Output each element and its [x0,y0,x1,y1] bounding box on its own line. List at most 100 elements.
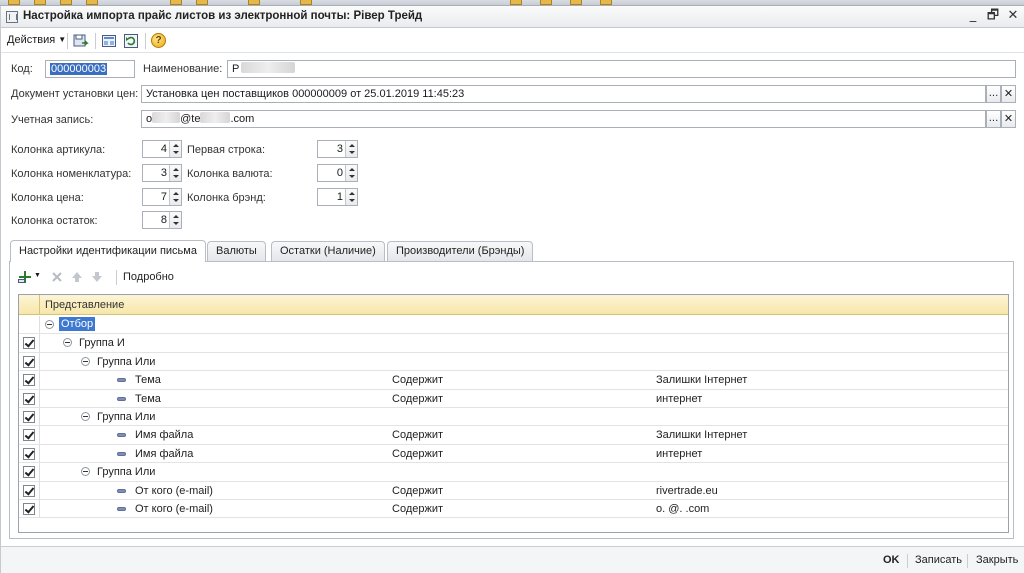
filter-condition-row[interactable]: От кого (e-mail) Содержит o. @. .com [19,500,1008,519]
spinner-buttons[interactable] [169,212,181,228]
spinner-buttons[interactable] [345,141,357,157]
filter-group-row[interactable]: Группа Или [19,463,1008,482]
use-checkbox[interactable] [23,429,35,442]
account-label: Учетная запись: [11,114,94,126]
title-bar: Настройка импорта прайс листов из электр… [1,6,1024,28]
collapse-icon[interactable] [81,356,90,366]
spin-up-icon[interactable] [349,168,355,171]
use-checkbox[interactable] [23,466,35,479]
code-field[interactable]: 000000003 [45,60,135,78]
filter-root-row[interactable]: Отбор [19,316,1008,335]
name-field[interactable]: Р [227,60,1016,78]
collapse-icon[interactable] [45,320,54,329]
nomenclature-column-spinner[interactable]: 3 [142,164,182,182]
filter-condition-row[interactable]: Тема Содержит Залишки Інтернет [19,371,1008,390]
spin-up-icon[interactable] [173,168,179,171]
spin-up-icon[interactable] [173,192,179,195]
currency-column-label: Колонка валюта: [187,168,273,180]
brand-column-spinner[interactable]: 1 [317,188,358,206]
filter-grid[interactable]: Представление Отбор Группа И Группа Или Тем… [18,294,1009,533]
redacted-text [241,62,296,73]
document-select-button[interactable]: ... [986,85,1001,103]
account-clear-button[interactable]: ✕ [1001,110,1016,128]
spinner-buttons[interactable] [345,165,357,181]
spin-up-icon[interactable] [173,144,179,147]
price-column-spinner[interactable]: 7 [142,188,182,206]
tab-currencies[interactable]: Валюты [207,241,266,261]
save-button[interactable]: Записать [915,554,962,566]
name-value: Р [232,63,240,75]
spin-up-icon[interactable] [349,192,355,195]
structure-icon[interactable] [101,33,117,49]
close-button[interactable]: Закрыть [976,554,1018,566]
stock-column-label: Колонка остаток: [11,215,98,227]
minimize-button[interactable]: _ [965,8,981,24]
chevron-down-icon: ▼ [58,35,67,44]
article-column-spinner[interactable]: 4 [142,140,182,158]
close-window-button[interactable]: ✕ [1005,8,1021,24]
spinner-buttons[interactable] [169,165,181,181]
column-header-presentation: Представление [45,299,125,311]
chevron-down-icon[interactable]: ▼ [34,272,41,279]
move-up-icon[interactable] [70,270,84,284]
add-condition-icon[interactable] [18,270,32,284]
spin-down-icon[interactable] [173,151,179,154]
use-checkbox[interactable] [23,374,35,387]
price-document-field[interactable]: Установка цен поставщиков 000000009 от 2… [141,85,986,103]
spin-down-icon[interactable] [349,151,355,154]
use-checkbox[interactable] [23,503,35,515]
filter-condition-row[interactable]: От кого (e-mail) Содержит rivertrade.eu [19,481,1008,500]
use-checkbox[interactable] [23,337,35,350]
account-field[interactable]: o @te .com [141,110,986,128]
spin-up-icon[interactable] [173,215,179,218]
spin-down-icon[interactable] [173,175,179,178]
filter-group-row[interactable]: Группа Или [19,408,1008,427]
spinner-buttons[interactable] [169,189,181,205]
first-row-spinner[interactable]: 3 [317,140,358,158]
currency-column-spinner[interactable]: 0 [317,164,358,182]
stock-column-spinner[interactable]: 8 [142,211,182,229]
collapse-icon[interactable] [81,467,90,477]
account-select-button[interactable]: ... [986,110,1001,128]
spinner-buttons[interactable] [169,141,181,157]
filter-group-row[interactable]: Группа Или [19,352,1008,372]
help-icon[interactable]: ? [151,33,166,48]
filter-condition-row[interactable]: Имя файла Содержит интернет [19,444,1008,464]
use-checkbox[interactable] [23,484,35,497]
use-checkbox[interactable] [23,355,35,368]
price-column-label: Колонка цена: [11,192,84,204]
toolbar-separator [95,33,96,49]
collapse-icon[interactable] [63,338,72,348]
use-checkbox[interactable] [23,392,35,405]
spin-down-icon[interactable] [173,222,179,225]
document-clear-button[interactable]: ✕ [1001,85,1016,103]
checkbox-cell [19,481,40,499]
spin-up-icon[interactable] [349,144,355,147]
tab-manufacturers[interactable]: Производители (Брэнды) [387,241,534,261]
restore-button[interactable]: 🗗 [985,8,1001,24]
use-checkbox[interactable] [23,447,35,460]
spin-down-icon[interactable] [349,175,355,178]
ok-button[interactable]: OK [883,554,900,566]
actions-menu[interactable]: Действия ▼ [7,34,66,46]
refresh-icon[interactable] [123,33,139,49]
spin-down-icon[interactable] [173,199,179,202]
filter-group-row[interactable]: Группа И [19,334,1008,353]
filter-condition-row[interactable]: Имя файла Содержит Залишки Інтернет [19,426,1008,445]
checkbox-cell [19,352,40,371]
detail-button[interactable]: Подробно [123,271,174,283]
save-and-close-icon[interactable] [73,33,89,49]
tab-stock[interactable]: Остатки (Наличие) [271,241,385,261]
use-checkbox[interactable] [23,411,35,423]
row-value: интернет [656,392,703,405]
row-value: Залишки Інтернет [656,429,748,442]
checkbox-cell [19,444,40,463]
collapse-icon[interactable] [81,412,90,421]
tab-email-identification[interactable]: Настройки идентификации письма [10,240,206,262]
redacted-text [152,112,181,123]
spin-down-icon[interactable] [349,199,355,202]
spinner-buttons[interactable] [345,189,357,205]
move-down-icon[interactable] [90,270,104,284]
delete-icon[interactable] [50,270,64,284]
filter-condition-row[interactable]: Тема Содержит интернет [19,389,1008,408]
